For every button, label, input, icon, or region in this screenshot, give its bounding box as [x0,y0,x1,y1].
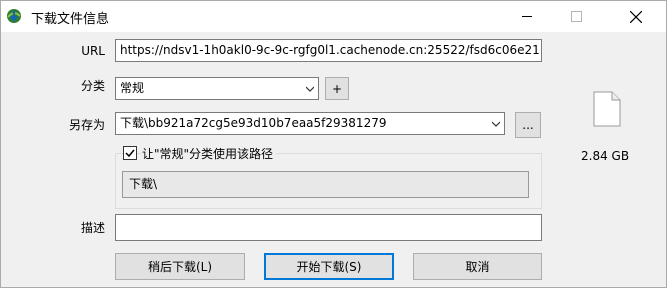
close-button[interactable] [613,1,658,32]
description-input[interactable] [115,214,542,241]
cancel-button[interactable]: 取消 [413,253,542,280]
maximize-icon [571,11,582,22]
window-title: 下载文件信息 [31,12,110,27]
minimize-button[interactable] [504,1,549,32]
close-icon [629,10,642,23]
download-later-label: 稍后下载(L) [147,260,213,274]
browse-button[interactable]: ... [515,112,541,138]
category-value: 常规 [120,81,145,95]
save-as-value: 下载\bb921a72cg5e93d10b7eaa5f29381279 [120,116,387,130]
download-info-dialog: 下载文件信息 URL https://ndsv1-1h0akl0-9c-9c-r… [0,0,667,288]
file-icon [593,91,621,127]
url-field[interactable]: https://ndsv1-1h0akl0-9c-9c-rgfg0l1.cach… [115,39,542,62]
category-path-value: 下载\ [129,177,158,191]
category-select[interactable]: 常规 [115,77,319,100]
add-category-label: + [331,81,343,96]
chevron-down-icon [492,121,500,127]
maximize-button[interactable] [554,1,599,32]
remember-path-checkbox[interactable] [123,146,137,160]
browse-label: ... [522,118,534,132]
url-value: https://ndsv1-1h0akl0-9c-9c-rgfg0l1.cach… [120,43,542,57]
category-label: 分类 [80,79,105,93]
description-label: 描述 [80,221,105,235]
category-path-field: 下载\ [122,171,529,198]
idm-app-icon [7,9,21,23]
save-as-select[interactable]: 下载\bb921a72cg5e93d10b7eaa5f29381279 [115,112,505,135]
title-bar: 下载文件信息 [1,1,666,32]
minimize-icon [521,16,532,17]
remember-path-label[interactable]: 让"常规"分类使用该路径 [142,145,277,162]
checkmark-icon [125,149,135,158]
cancel-label: 取消 [465,260,490,274]
add-category-button[interactable]: + [325,77,349,100]
start-download-button[interactable]: 开始下载(S) [264,253,394,280]
chevron-down-icon [306,86,314,92]
file-size: 2.84 GB [581,149,630,163]
download-later-button[interactable]: 稍后下载(L) [115,253,245,280]
save-as-label: 另存为 [68,118,105,132]
url-label: URL [81,44,105,58]
start-download-label: 开始下载(S) [296,260,362,274]
